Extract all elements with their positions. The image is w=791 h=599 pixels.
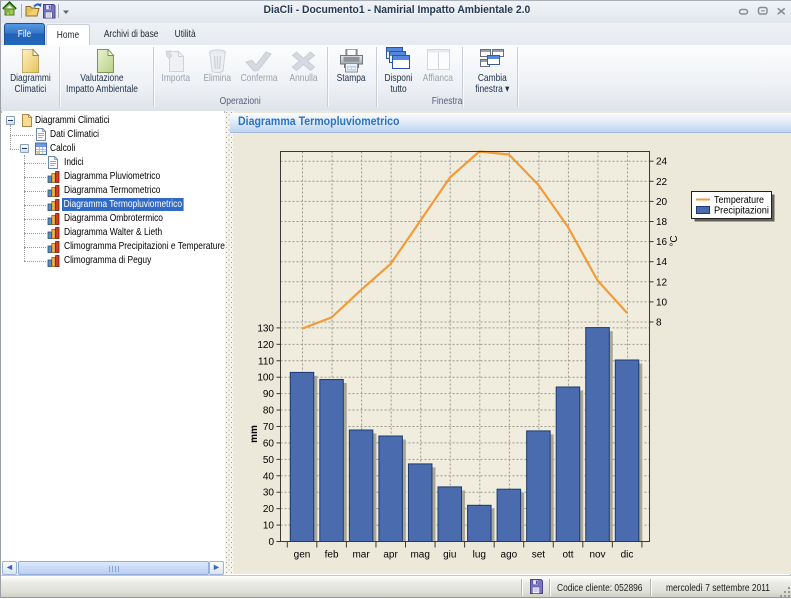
svg-text:120: 120 [257, 340, 274, 351]
svg-text:dic: dic [621, 550, 634, 561]
svg-text:30: 30 [263, 488, 275, 499]
svg-text:130: 130 [257, 323, 274, 334]
svg-text:20: 20 [656, 197, 668, 208]
svg-text:mar: mar [352, 550, 370, 561]
svg-text:lug: lug [473, 550, 486, 561]
svg-text:50: 50 [263, 455, 275, 466]
svg-text:22: 22 [656, 177, 668, 188]
svg-text:mm: mm [249, 425, 260, 443]
svg-text:nov: nov [589, 550, 605, 561]
svg-text:apr: apr [383, 550, 398, 561]
svg-text:0: 0 [268, 537, 274, 548]
svg-text:giu: giu [443, 550, 456, 561]
svg-text:100: 100 [257, 373, 274, 384]
svg-text:mag: mag [410, 550, 429, 561]
svg-text:set: set [532, 550, 546, 561]
svg-text:gen: gen [294, 550, 311, 561]
svg-text:40: 40 [263, 471, 275, 482]
svg-text:20: 20 [263, 504, 275, 515]
svg-text:12: 12 [656, 277, 668, 288]
svg-text:60: 60 [263, 438, 275, 449]
svg-text:18: 18 [656, 217, 668, 228]
svg-text:8: 8 [656, 318, 662, 329]
svg-text:16: 16 [656, 237, 668, 248]
svg-text:10: 10 [656, 297, 668, 308]
svg-text:14: 14 [656, 257, 668, 268]
svg-text:ago: ago [501, 550, 518, 561]
svg-text:110: 110 [258, 356, 274, 367]
svg-text:10: 10 [263, 521, 275, 532]
svg-text:80: 80 [263, 406, 275, 417]
svg-text:24: 24 [656, 157, 668, 168]
svg-text:Precipitazioni: Precipitazioni [714, 206, 769, 217]
svg-text:feb: feb [325, 550, 339, 561]
svg-text:90: 90 [263, 389, 275, 400]
svg-text:°C: °C [669, 235, 680, 246]
svg-text:70: 70 [263, 422, 275, 433]
svg-text:Temperature: Temperature [714, 195, 764, 206]
svg-text:ott: ott [562, 550, 573, 561]
